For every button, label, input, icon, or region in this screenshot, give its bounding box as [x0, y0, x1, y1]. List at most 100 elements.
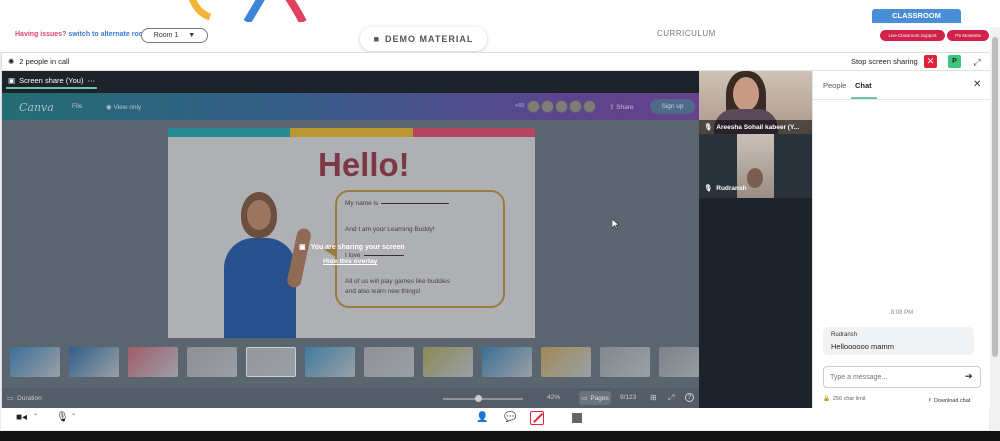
chat-message-input[interactable] [830, 371, 955, 383]
tab-people[interactable]: People [823, 81, 846, 90]
canva-signup-button[interactable]: Sign up [650, 99, 695, 114]
ps-moments-button[interactable]: PS Moments [947, 30, 989, 41]
notes-icon: ▭ [7, 395, 14, 402]
zoom-slider-handle[interactable] [475, 395, 482, 402]
page-thumbnail[interactable] [246, 347, 296, 377]
send-icon[interactable]: ➔ [965, 371, 973, 382]
close-icon[interactable]: ✕ [973, 79, 981, 90]
thumbnail-preview [187, 347, 237, 377]
ps-moments-label: PS Moments [955, 33, 981, 38]
video-tile-label: 🎙 Areesha Sohail kabeer (Y... [699, 120, 812, 134]
video-tiles: 🎙 Areesha Sohail kabeer (Y... 🎙 Rudransh [699, 71, 812, 409]
live-classroom-support-button[interactable]: Live Classroom Support [880, 30, 945, 41]
page-thumbnail[interactable] [187, 347, 237, 377]
blank-line [381, 202, 450, 204]
slide-stripes [168, 128, 535, 137]
duration-label: Duration [17, 394, 42, 402]
page-thumbnail[interactable] [128, 347, 178, 377]
page-thumbnail[interactable] [364, 347, 414, 377]
zoom-slider[interactable] [443, 398, 523, 400]
page-thumbnail[interactable] [600, 347, 650, 377]
bubble-line-4: All of us will play games like buddies [345, 278, 451, 285]
expand-icon[interactable]: ⤢ [970, 55, 984, 69]
page-thumbnail[interactable] [69, 347, 119, 377]
scrollbar-thumb[interactable] [992, 37, 998, 357]
char-limit: 🔒 256 char limit [823, 396, 866, 402]
participant-name: Rudransh [716, 184, 747, 192]
screen-share-tab[interactable]: ▣ Screen share (You) ⋯ [6, 73, 97, 89]
stripe [412, 128, 535, 137]
present-icon: ▣ [299, 244, 306, 251]
bubble-line-2: And I am your Learning Buddy! [345, 226, 435, 233]
canva-share-button[interactable]: ⇪ Share [609, 103, 634, 111]
call-frame: ✺ 2 people in call Stop screen sharing ✕… [1, 52, 991, 430]
thumbnail-preview [482, 347, 532, 377]
video-tile-label: 🎙 Rudransh [704, 184, 747, 193]
pages-button[interactable]: ▭ Pages [579, 391, 611, 405]
tab-demo-material[interactable]: ■ DEMO MATERIAL [360, 27, 487, 51]
avatar [569, 100, 582, 113]
lock-icon: 🔒 [823, 396, 830, 402]
video-tile[interactable]: 🎙 Rudransh [699, 134, 812, 198]
download-chat-link[interactable]: ⭳ Download chat [929, 396, 970, 405]
gear-icon[interactable]: ✺ [8, 57, 14, 66]
blank-line [363, 254, 404, 256]
screen-share-toggle-icon[interactable] [530, 411, 544, 425]
thumbnail-preview [305, 347, 355, 377]
tab-demo-material-label: DEMO MATERIAL [385, 34, 474, 44]
chat-panel: People Chat ✕ 8:08 PM Rudransh Hellooooo… [812, 71, 991, 409]
grid-view-icon[interactable]: ⊞ [650, 393, 657, 402]
tab-curriculum[interactable]: CURRICULUM [657, 29, 716, 38]
chat-icon[interactable]: 💬 [504, 412, 516, 423]
chat-message: Rudransh Helloooooo mamm [823, 327, 974, 355]
call-control-bar: ■◂ ⌄ 🎙 ⌄ 👤 💬 [1, 408, 989, 430]
sharing-overlay-text: You are sharing your screen [310, 243, 405, 251]
collaborator-avatars [527, 100, 596, 113]
page-thumbnail[interactable] [423, 347, 473, 377]
shared-canva-window: Canva File ◉ View only +65 ⇪ Share Sign … [2, 93, 709, 409]
stop-icon[interactable] [572, 413, 582, 423]
thumbnail-preview [600, 347, 650, 377]
page-thumbnail[interactable] [305, 347, 355, 377]
participants-icon[interactable]: 👤 [476, 412, 488, 423]
canva-toolbar: Canva File ◉ View only +65 ⇪ Share Sign … [2, 93, 699, 120]
stop-sharing-button[interactable]: ✕ [924, 55, 937, 68]
camera-icon[interactable]: ■◂ [16, 412, 27, 423]
thumbnail-preview [10, 347, 60, 377]
page-scrollbar[interactable] [990, 27, 1000, 441]
thumbnail-preview [247, 348, 295, 376]
room-select[interactable]: Room 1 ▼ [141, 28, 208, 43]
bubble-line-1-text: My name is [345, 200, 379, 207]
page-thumbnail[interactable] [541, 347, 591, 377]
close-icon: ✕ [926, 56, 935, 66]
canva-view-only: ◉ View only [106, 103, 141, 111]
avatar [527, 100, 540, 113]
microphone-icon: 🎙 [704, 185, 713, 192]
alternate-room-link[interactable]: switch to alternate room [68, 31, 149, 38]
canva-file-menu[interactable]: File [72, 103, 82, 110]
avatar [555, 100, 568, 113]
chevron-down-icon[interactable]: ⌄ [33, 410, 38, 417]
chevron-down-icon[interactable]: ⌄ [71, 410, 76, 417]
page-thumbnail[interactable] [10, 347, 60, 377]
participant-badge[interactable]: P [948, 55, 961, 68]
room-select-value: Room 1 [153, 32, 179, 39]
video-tile[interactable]: 🎙 Areesha Sohail kabeer (Y... [699, 71, 812, 134]
hide-overlay-link[interactable]: Hide this overlay [323, 258, 377, 265]
zoom-level: 42% [547, 394, 561, 401]
fullscreen-icon[interactable]: ⤢ [668, 393, 674, 403]
thumbnail-preview [423, 347, 473, 377]
page-thumbnail[interactable] [482, 347, 532, 377]
canva-share-label: Share [616, 104, 634, 111]
screen-icon: ▣ [8, 75, 16, 85]
more-options-icon[interactable]: ⋯ [87, 76, 95, 85]
help-icon[interactable]: ? [685, 393, 694, 402]
teacher-face [247, 200, 271, 230]
microphone-icon[interactable]: 🎙 [56, 412, 69, 423]
stripe [290, 128, 413, 137]
tab-classroom[interactable]: CLASSROOM [872, 9, 961, 23]
issues-text: Having issues? [15, 31, 67, 38]
tab-chat[interactable]: Chat [855, 81, 872, 90]
duration-control[interactable]: ▭ Duration [7, 394, 42, 403]
avatar [541, 100, 554, 113]
